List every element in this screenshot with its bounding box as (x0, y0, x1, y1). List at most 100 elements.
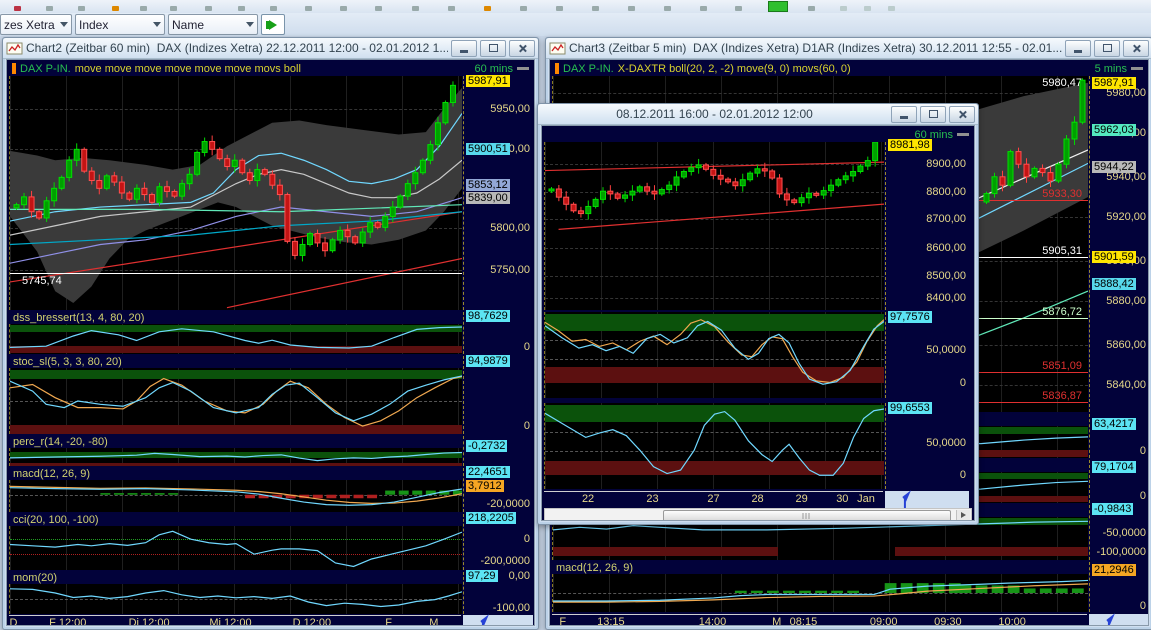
time-label: D (10, 617, 18, 626)
legend-dash (957, 133, 969, 136)
time-label: M (429, 617, 438, 626)
close-button[interactable] (949, 106, 975, 123)
toolbar-icon-fragment[interactable] (375, 6, 382, 11)
indicator-label-row: macd(12, 26, 9) (552, 562, 1089, 574)
time-label: 22 (582, 493, 594, 505)
indicator-axis-label: -100,00 (493, 602, 530, 614)
price-badge: 5888,42 (1092, 278, 1136, 290)
close-icon (958, 110, 967, 119)
toolbar-icon-fragment[interactable] (700, 6, 707, 11)
price-badge: 5944,22 (1092, 161, 1136, 173)
chart2-titlebar[interactable]: Chart2 (Zeitbar 60 min) DAX (Indizes Xet… (3, 38, 538, 59)
axis-corner (1089, 614, 1149, 626)
indicator-axis-label: 0 (524, 420, 530, 432)
toolbar-icon-fragment[interactable] (78, 6, 85, 11)
name-combo-value: Name (172, 18, 241, 32)
price-plot[interactable] (544, 142, 884, 310)
indicator-plot[interactable] (9, 526, 462, 570)
indicator-plot[interactable] (9, 368, 462, 434)
price-axis: 5980,005960,005940,005920,005900,005880,… (1089, 76, 1149, 412)
go-button[interactable] (261, 14, 285, 35)
axis-corner (463, 615, 533, 626)
restore-button[interactable] (1094, 40, 1120, 57)
indicator-plot[interactable] (544, 312, 884, 398)
toolbar-icon-fragment[interactable] (735, 6, 742, 11)
toolbar-icon-fragment[interactable] (340, 6, 347, 11)
minimize-button[interactable] (1065, 40, 1091, 57)
exchange-combo[interactable]: zes Xetra (0, 14, 72, 35)
flag-icon (1106, 613, 1118, 625)
toolbar-icon-fragment[interactable] (592, 6, 599, 11)
toolbar-icon-fragment[interactable] (664, 6, 671, 11)
axis-tick: 8700,00 (926, 213, 966, 225)
indicator-plot[interactable] (9, 480, 462, 512)
indicator-plot[interactable] (544, 403, 884, 489)
indicator-plot[interactable] (9, 584, 462, 614)
close-icon (1132, 44, 1141, 53)
toolbar-icon-fragment[interactable] (112, 6, 119, 11)
price-plot[interactable]: 5745,74 (9, 76, 462, 310)
minimize-button[interactable] (891, 106, 917, 123)
time-label: F 12:00 (49, 617, 86, 626)
toolbar-icon-fragment[interactable] (808, 6, 815, 11)
scrollbar-thumb[interactable] (663, 510, 951, 521)
toolbar-icon-fragment[interactable] (170, 6, 177, 11)
zoom-chart-titlebar[interactable]: 08.12.2011 16:00 - 02.01.2012 12:00 (538, 104, 978, 125)
flag-icon (480, 614, 492, 626)
time-axis: 222327282930Jan (544, 491, 883, 507)
zoom-chart-window[interactable]: 08.12.2011 16:00 - 02.01.2012 12:00 60 m… (537, 103, 979, 525)
axis-tick: 5880,00 (1106, 295, 1146, 307)
time-label: F (385, 617, 392, 626)
toolbar-icon-fragment[interactable] (238, 6, 245, 11)
chart3-titlebar[interactable]: Chart3 (Zeitbar 5 min) DAX (Indizes Xetr… (546, 38, 1151, 59)
plot-canvas (545, 142, 884, 310)
time-axis: F13:1514:00M08:1509:0009:3010:00 (552, 614, 1087, 626)
toolbar-green-button[interactable] (768, 1, 788, 12)
toolbar-icon-fragment[interactable] (556, 6, 563, 11)
indicator-axis-label: 0 (524, 341, 530, 353)
indicator-plot[interactable] (9, 448, 462, 466)
toolbar-icon-fragment[interactable] (484, 6, 491, 11)
indicator-value-badge: -0,2732 (466, 440, 507, 452)
toolbar-icon-fragment[interactable] (864, 6, 871, 11)
price-badge: 5987,91 (1092, 77, 1136, 89)
restore-button[interactable] (480, 40, 506, 57)
close-button[interactable] (1123, 40, 1149, 57)
toolbar-icon-fragment[interactable] (205, 6, 212, 11)
toolbar-icon-fragment[interactable] (628, 6, 635, 11)
category-combo[interactable]: Index (75, 14, 165, 35)
indicator-label: macd(12, 26, 9) (552, 562, 1089, 574)
time-label: 08:15 (790, 616, 818, 626)
scrollbar-right-arrow[interactable] (956, 510, 970, 520)
indicator-axis: 21,29460 (1089, 562, 1149, 612)
toolbar-icon-fragment[interactable] (412, 6, 419, 11)
indicator-plot[interactable] (9, 324, 462, 354)
toolbar-icon-fragment[interactable] (888, 6, 895, 11)
toolbar-icon-fragment[interactable] (840, 6, 847, 11)
indicator-axis-label: 0 (1140, 490, 1146, 502)
name-combo[interactable]: Name (168, 14, 258, 35)
horizontal-scrollbar[interactable] (544, 508, 972, 521)
indicator-axis-label: 50,0000 (926, 437, 966, 449)
minimize-button[interactable] (451, 40, 477, 57)
axis-tick: 5750,00 (490, 264, 530, 276)
exchange-combo-value: zes Xetra (4, 18, 55, 32)
indicator-plot[interactable] (552, 574, 1088, 612)
indicator-label-row: dss_bressert(13, 4, 80, 20) (9, 312, 463, 324)
time-label: 14:00 (699, 616, 727, 626)
toolbar-icon-fragment[interactable] (520, 6, 527, 11)
category-combo-value: Index (79, 18, 148, 32)
toolbar-icon-fragment[interactable] (140, 6, 147, 11)
toolbar-icon-fragment[interactable] (448, 6, 455, 11)
time-label: 10:00 (998, 616, 1026, 626)
chart2-window[interactable]: Chart2 (Zeitbar 60 min) DAX (Indizes Xet… (2, 37, 539, 630)
toolbar-icon-fragment[interactable] (270, 6, 277, 11)
close-button[interactable] (509, 40, 535, 57)
restore-button[interactable] (920, 106, 946, 123)
dropdown-arrow-icon (153, 22, 161, 27)
toolbar-icon-fragment[interactable] (14, 6, 21, 11)
scrollbar-grip (803, 513, 812, 519)
chart3-title: Chart3 (Zeitbar 5 min) DAX (Indizes Xetr… (569, 41, 1062, 55)
toolbar-icon-fragment[interactable] (305, 6, 312, 11)
toolbar-icon-fragment[interactable] (46, 6, 53, 11)
